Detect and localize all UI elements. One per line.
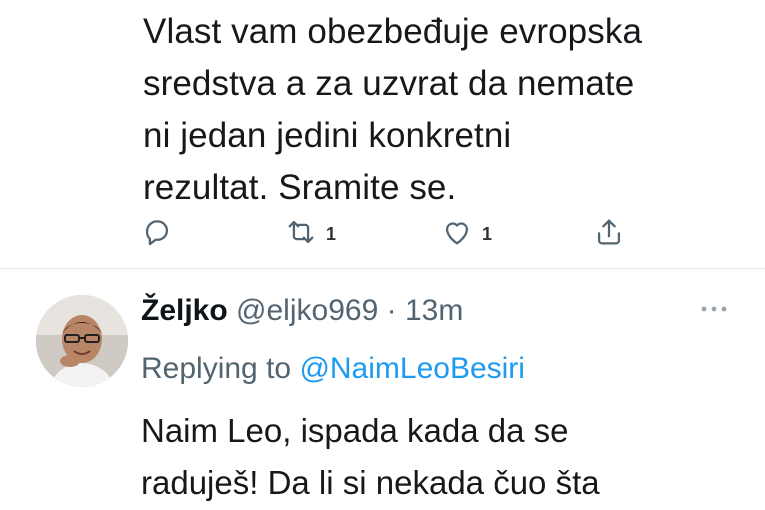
retweet-count: 1	[326, 223, 337, 244]
replying-label: Replying to	[141, 352, 292, 385]
tweet-actions: 1 1	[0, 212, 765, 256]
reply-tweet[interactable]: Željko @eljko969 · 13m Replying to @Naim…	[0, 269, 765, 510]
reply-header: Željko @eljko969 · 13m	[141, 291, 463, 331]
more-icon	[694, 306, 734, 323]
share-icon	[592, 215, 626, 254]
retweet-icon	[284, 215, 318, 254]
like-count: 1	[482, 223, 493, 244]
like-button[interactable]: 1	[440, 212, 492, 256]
separator-dot: ·	[386, 294, 397, 327]
tweet-text: Vlast vam obezbeđuje evropska sredstva a…	[143, 12, 643, 207]
display-name[interactable]: Željko	[141, 294, 228, 327]
reply-icon	[140, 215, 174, 254]
timestamp[interactable]: 13m	[405, 294, 463, 327]
avatar[interactable]	[36, 295, 128, 387]
reply-text: Naim Leo, ispada kada da se raduješ! Da …	[141, 412, 600, 501]
tweet-top: Vlast vam obezbeđuje evropska sredstva a…	[0, 0, 765, 268]
like-icon	[440, 215, 474, 254]
replying-mention-link[interactable]: @NaimLeoBesiri	[299, 352, 525, 385]
more-button[interactable]	[694, 299, 734, 319]
share-button[interactable]	[592, 212, 626, 256]
retweet-button[interactable]: 1	[284, 212, 336, 256]
replying-to: Replying to @NaimLeoBesiri	[141, 349, 525, 389]
reply-button[interactable]	[140, 212, 174, 256]
user-handle[interactable]: @eljko969	[236, 294, 378, 327]
